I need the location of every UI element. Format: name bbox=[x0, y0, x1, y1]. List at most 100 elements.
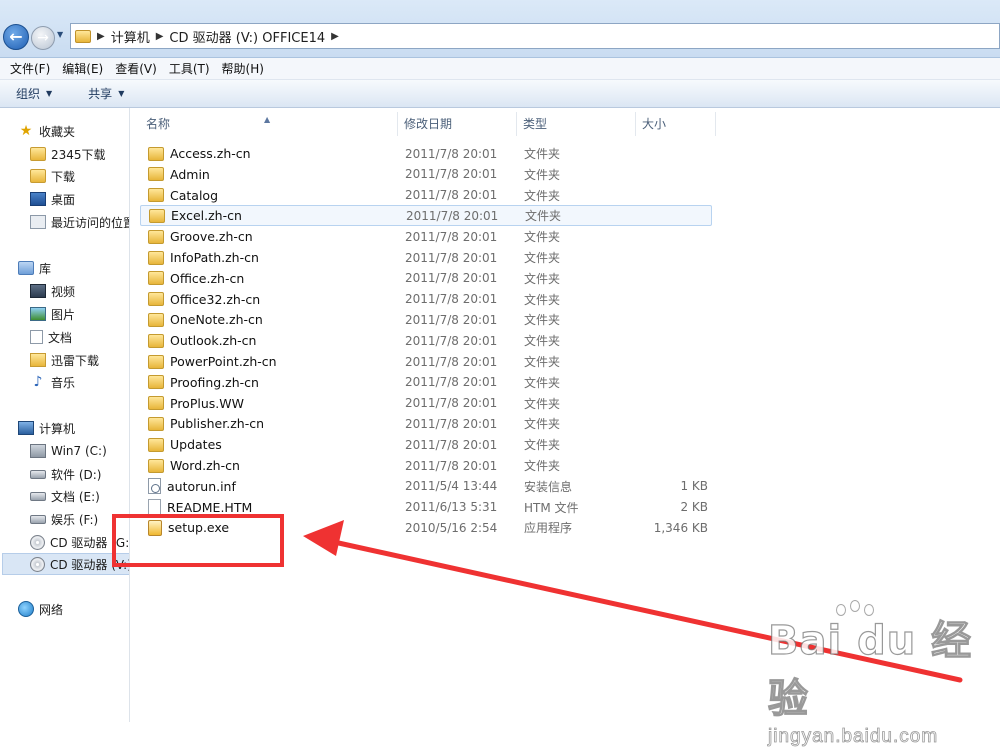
address-field[interactable]: ▶ 计算机 ▶ CD 驱动器 (V:) OFFICE14 ▶ bbox=[70, 23, 1000, 49]
watermark-url: jingyan.baidu.com bbox=[768, 726, 939, 748]
nav-item-videos[interactable]: 视频 bbox=[30, 280, 75, 302]
file-name: Word.zh-cn bbox=[170, 458, 240, 473]
column-type-label: 类型 bbox=[523, 117, 548, 131]
nav-item-downloads[interactable]: 下载 bbox=[30, 165, 75, 187]
hard-drive-icon bbox=[30, 469, 46, 479]
file-name-cell: Office32.zh-cn bbox=[148, 292, 260, 307]
file-name: Outlook.zh-cn bbox=[170, 333, 257, 349]
column-header-size[interactable]: 大小 bbox=[636, 112, 716, 136]
file-type: 文件夹 bbox=[524, 230, 561, 245]
organize-label: 组织 bbox=[16, 87, 41, 101]
nav-item-label: 音乐 bbox=[51, 375, 76, 390]
file-row[interactable]: PowerPoint.zh-cn 2011/7/8 20:01 文件夹 bbox=[140, 351, 712, 372]
htm-file-icon bbox=[148, 499, 161, 516]
menu-file[interactable]: 文件(F) bbox=[4, 60, 56, 77]
breadcrumb-computer[interactable]: 计算机 bbox=[111, 27, 150, 46]
column-header-type[interactable]: 类型 bbox=[517, 112, 636, 136]
nav-item-label: 文档 (E:) bbox=[51, 489, 100, 504]
nav-network[interactable]: 网络 bbox=[18, 598, 63, 620]
nav-drive-f[interactable]: 娱乐 (F:) bbox=[30, 508, 98, 530]
file-type: HTM 文件 bbox=[524, 500, 579, 515]
folder-icon bbox=[148, 250, 164, 265]
nav-item-documents[interactable]: 文档 bbox=[30, 326, 72, 348]
file-type: 文件夹 bbox=[524, 188, 561, 203]
file-name-cell: Outlook.zh-cn bbox=[148, 333, 256, 348]
column-header-date[interactable]: 修改日期 bbox=[398, 112, 517, 136]
file-row[interactable]: Catalog 2011/7/8 20:01 文件夹 bbox=[140, 185, 712, 206]
nav-libraries[interactable]: 库 bbox=[18, 257, 51, 279]
chevron-right-icon[interactable]: ▶ bbox=[97, 31, 105, 42]
organize-button[interactable]: 组织 ▼ bbox=[10, 83, 58, 104]
file-row[interactable]: Groove.zh-cn 2011/7/8 20:01 文件夹 bbox=[140, 226, 712, 247]
menu-tools[interactable]: 工具(T) bbox=[163, 60, 216, 77]
file-size: 2 KB bbox=[680, 500, 708, 515]
file-row[interactable]: OneNote.zh-cn 2011/7/8 20:01 文件夹 bbox=[140, 309, 712, 330]
paw-toe bbox=[864, 604, 874, 616]
nav-drive-c[interactable]: Win7 (C:) bbox=[30, 440, 107, 462]
file-name-cell: ProPlus.WW bbox=[148, 396, 244, 411]
file-name: Catalog bbox=[170, 187, 219, 203]
file-row[interactable]: Access.zh-cn 2011/7/8 20:01 文件夹 bbox=[140, 143, 712, 164]
file-name-cell: Office.zh-cn bbox=[148, 271, 244, 286]
file-size: 1,346 KB bbox=[653, 520, 708, 535]
nav-item-music[interactable]: ♪ 音乐 bbox=[30, 371, 75, 393]
file-row[interactable]: Outlook.zh-cn 2011/7/8 20:01 文件夹 bbox=[140, 330, 712, 351]
forward-button[interactable]: → bbox=[31, 26, 55, 50]
file-row[interactable]: Office32.zh-cn 2011/7/8 20:01 文件夹 bbox=[140, 289, 712, 310]
folder-icon bbox=[148, 416, 164, 431]
nav-item-label: 2345下载 bbox=[51, 147, 106, 162]
recent-places-icon bbox=[30, 215, 46, 229]
nav-item-label: 文档 bbox=[48, 330, 73, 345]
file-row[interactable]: Updates 2011/7/8 20:01 文件夹 bbox=[140, 434, 712, 455]
chevron-right-icon[interactable]: ▶ bbox=[156, 31, 164, 42]
file-row[interactable]: Excel.zh-cn 2011/7/8 20:01 文件夹 bbox=[140, 205, 712, 227]
nav-network-label: 网络 bbox=[39, 602, 64, 617]
nav-computer[interactable]: 计算机 bbox=[18, 417, 75, 439]
file-row[interactable]: Word.zh-cn 2011/7/8 20:01 文件夹 bbox=[140, 455, 712, 476]
nav-item-recent-places[interactable]: 最近访问的位置 bbox=[30, 211, 130, 233]
menu-view[interactable]: 查看(V) bbox=[109, 60, 163, 77]
file-type: 文件夹 bbox=[524, 292, 561, 307]
menu-edit[interactable]: 编辑(E) bbox=[56, 60, 109, 77]
share-button[interactable]: 共享 ▼ bbox=[82, 83, 130, 104]
history-dropdown-button[interactable]: ▼ bbox=[57, 30, 67, 42]
file-row[interactable]: Office.zh-cn 2011/7/8 20:01 文件夹 bbox=[140, 268, 712, 289]
nav-item-label: Win7 (C:) bbox=[51, 444, 107, 458]
nav-item-desktop[interactable]: 桌面 bbox=[30, 188, 75, 210]
paw-toe bbox=[850, 600, 860, 612]
nav-item-2345-download[interactable]: 2345下载 bbox=[30, 143, 106, 165]
nav-item-label: 最近访问的位置 bbox=[51, 215, 130, 230]
file-row[interactable]: autorun.inf 2011/5/4 13:44 安装信息 1 KB bbox=[140, 476, 712, 497]
folder-icon bbox=[148, 354, 164, 369]
annotation-highlight-box bbox=[112, 514, 284, 567]
file-name: OneNote.zh-cn bbox=[170, 312, 263, 328]
nav-drive-v[interactable]: CD 驱动器 (V:) bbox=[2, 553, 129, 575]
file-row[interactable]: Publisher.zh-cn 2011/7/8 20:01 文件夹 bbox=[140, 413, 712, 434]
file-row[interactable]: InfoPath.zh-cn 2011/7/8 20:01 文件夹 bbox=[140, 247, 712, 268]
network-icon bbox=[18, 601, 34, 617]
column-header-name[interactable]: ▲ 名称 bbox=[140, 112, 398, 136]
chevron-right-icon[interactable]: ▶ bbox=[331, 31, 339, 42]
nav-drive-d[interactable]: 软件 (D:) bbox=[30, 463, 101, 485]
file-row[interactable]: Proofing.zh-cn 2011/7/8 20:01 文件夹 bbox=[140, 372, 712, 393]
breadcrumb-cd-drive[interactable]: CD 驱动器 (V:) OFFICE14 bbox=[169, 27, 325, 46]
nav-item-pictures[interactable]: 图片 bbox=[30, 303, 75, 325]
folder-icon bbox=[75, 29, 91, 43]
menu-help[interactable]: 帮助(H) bbox=[216, 60, 270, 77]
nav-favorites[interactable]: ★ 收藏夹 bbox=[18, 120, 75, 142]
file-row[interactable]: ProPlus.WW 2011/7/8 20:01 文件夹 bbox=[140, 393, 712, 414]
file-date: 2011/7/8 20:01 bbox=[405, 333, 498, 348]
document-icon bbox=[30, 330, 43, 344]
nav-drive-e[interactable]: 文档 (E:) bbox=[30, 485, 100, 507]
forward-arrow-icon: → bbox=[37, 30, 49, 46]
menu-bar: 文件(F) 编辑(E) 查看(V) 工具(T) 帮助(H) bbox=[0, 58, 1000, 80]
folder-icon bbox=[148, 312, 164, 327]
nav-item-thunder-download[interactable]: 迅雷下载 bbox=[30, 349, 99, 371]
hard-drive-icon bbox=[30, 514, 46, 524]
column-size-label: 大小 bbox=[642, 117, 667, 131]
file-type: 文件夹 bbox=[524, 147, 561, 161]
file-row[interactable]: Admin 2011/7/8 20:01 文件夹 bbox=[140, 164, 712, 185]
cd-drive-icon bbox=[30, 556, 45, 572]
file-date: 2011/6/13 5:31 bbox=[405, 500, 498, 515]
back-button[interactable]: ← bbox=[3, 24, 29, 50]
